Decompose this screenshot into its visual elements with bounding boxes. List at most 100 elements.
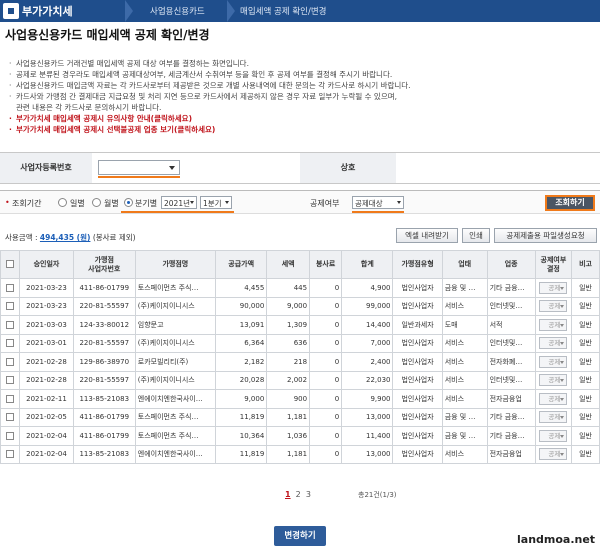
row-checkbox[interactable] — [6, 413, 15, 422]
quarter-select[interactable]: 1분기 — [200, 196, 232, 209]
table-row: 2021-02-28 220-81-55597 (주)케이지이니시스 20,028 2,… — [0, 370, 600, 390]
radio-daily[interactable] — [58, 198, 67, 207]
table-cell: 20,028 — [214, 370, 268, 390]
radio-monthly-label[interactable]: 월별 — [104, 198, 119, 209]
deduct-decision-select[interactable]: 공제 — [539, 429, 568, 442]
page-link[interactable]: 1 — [285, 490, 291, 499]
deduct-decision-select[interactable]: 공제 — [539, 374, 568, 387]
table-cell: 서비스 — [441, 370, 488, 390]
usage-amount[interactable]: 494,435 (원) — [40, 233, 91, 242]
table-cell: 2,002 — [266, 370, 311, 390]
change-button[interactable]: 변경하기 — [274, 526, 326, 546]
table-cell: 기타 금융… — [486, 278, 536, 298]
table-cell: 0 — [309, 333, 343, 353]
row-checkbox[interactable] — [6, 357, 15, 366]
print-button[interactable]: 인쇄 — [462, 228, 490, 243]
row-checkbox[interactable] — [6, 450, 15, 459]
row-checkbox[interactable] — [6, 302, 15, 311]
table-cell: 기타 금융… — [486, 426, 536, 446]
filter-bar: • 조회기간 일별 월별 분기별 2021년 1분기 공제여부 공제대상 — [0, 190, 600, 214]
non-deductible-link[interactable]: 부가가치세 매입세액 공제시 선택불공제 업종 보기(클릭하세요) — [8, 124, 588, 135]
table-cell: 인터넷및… — [486, 333, 536, 353]
year-select[interactable]: 2021년 — [161, 196, 197, 209]
deduct-decision-select[interactable]: 공제 — [539, 300, 568, 313]
radio-monthly[interactable] — [92, 198, 101, 207]
table-cell: 서비스 — [441, 352, 488, 372]
radio-quarterly[interactable] — [124, 198, 133, 207]
select-all-checkbox[interactable] — [6, 260, 15, 268]
deduct-decision-select[interactable]: 공제 — [539, 337, 568, 350]
table-cell: 일반 — [571, 370, 600, 390]
table-cell: 도매 — [441, 315, 488, 335]
deduct-decision-select[interactable]: 공제 — [539, 392, 568, 405]
table-cell: 일반과세자 — [392, 315, 443, 335]
business-reg-select[interactable] — [98, 160, 180, 175]
table-cell: 서적 — [486, 315, 536, 335]
deduct-decision-select[interactable]: 공제 — [539, 448, 568, 461]
row-checkbox[interactable] — [6, 431, 15, 440]
breadcrumb-item[interactable]: 사업용신용카드 — [150, 5, 205, 17]
row-checkbox[interactable] — [6, 283, 15, 292]
page-title: 사업용신용카드 매입세액 공제 확인/변경 — [5, 28, 210, 42]
row-checkbox[interactable] — [6, 339, 15, 348]
column-header: 세액 — [266, 250, 311, 279]
row-checkbox[interactable] — [6, 394, 15, 403]
page-link[interactable]: 2 — [296, 490, 301, 499]
table-cell: 일반 — [571, 352, 600, 372]
table-cell: 2021-03-03 — [19, 315, 74, 335]
table-cell: 0 — [309, 296, 343, 316]
table-cell: 218 — [266, 352, 311, 372]
table-cell: 636 — [266, 333, 311, 353]
table-row: 2021-02-28 129-86-38970 로카모빌리티(주) 2,182 218 0… — [0, 352, 600, 372]
radio-quarterly-label[interactable]: 분기별 — [135, 198, 157, 209]
table-row: 2021-03-23 411-86-01799 토스페이먼츠 주식… 4,455 445… — [0, 278, 600, 298]
table-cell: 14,400 — [341, 315, 394, 335]
table-cell: 2021-02-28 — [19, 370, 74, 390]
row-checkbox[interactable] — [6, 320, 15, 329]
table-cell: 445 — [266, 278, 311, 298]
table-cell: 인터넷및… — [486, 370, 536, 390]
deduct-decision-select[interactable]: 공제 — [539, 411, 568, 424]
table-row: 2021-03-01 220-81-55597 (주)케이지이니시스 6,364 636… — [0, 333, 600, 353]
notice-item: 카드사와 가맹점 간 결제대금 지급요청 및 처리 지연 등으로 카드사에서 제… — [8, 91, 588, 102]
table-cell: 220-81-55597 — [72, 370, 136, 390]
table-cell: 900 — [266, 389, 311, 409]
table-cell: 전자금융업 — [486, 389, 536, 409]
period-label: 조회기간 — [12, 199, 42, 208]
table-cell: 엔에이치엔한국사이… — [134, 389, 216, 409]
page-link[interactable]: 3 — [306, 490, 311, 499]
table-cell: 0 — [309, 407, 343, 427]
deduct-decision-select[interactable]: 공제 — [539, 355, 568, 368]
table-cell: 10,364 — [214, 426, 268, 446]
column-header: 가맹점 사업자번호 — [72, 250, 136, 279]
table-cell: 일반 — [571, 389, 600, 409]
deduct-decision-select[interactable]: 공제 — [539, 318, 568, 331]
table-cell: 9,900 — [341, 389, 394, 409]
table-cell: 2021-02-28 — [19, 352, 74, 372]
column-header: 공급가액 — [214, 250, 268, 279]
query-button[interactable]: 조회하기 — [545, 195, 595, 211]
table-cell: 220-81-55597 — [72, 333, 136, 353]
notice-list: 사업용신용카드 거래건별 매입세액 공제 대상 여부를 결정하는 화면입니다. … — [8, 58, 588, 135]
table-cell: (주)케이지이니시스 — [134, 370, 216, 390]
table-cell: 토스페이먼츠 주식… — [134, 278, 216, 298]
home-icon[interactable] — [3, 3, 19, 19]
table-cell: 9,000 — [214, 389, 268, 409]
deduct-decision-select[interactable]: 공제 — [539, 281, 568, 294]
file-request-button[interactable]: 공제제출용 파일생성요청 — [494, 228, 597, 243]
radio-daily-label[interactable]: 일별 — [70, 198, 85, 209]
caution-link[interactable]: 부가가치세 매입세액 공제시 유의사항 안내(클릭하세요) — [8, 113, 588, 124]
table-body: 2021-03-23 411-86-01799 토스페이먼츠 주식… 4,455 445… — [0, 278, 600, 464]
row-checkbox[interactable] — [6, 376, 15, 385]
app-title[interactable]: 부가가치세 — [22, 3, 73, 19]
table-cell: 법인사업자 — [392, 278, 443, 298]
breadcrumb-item[interactable]: 매입세액 공제 확인/변경 — [240, 5, 326, 17]
table-cell: 6,364 — [214, 333, 268, 353]
table-cell: 0 — [309, 389, 343, 409]
deduct-select[interactable]: 공제대상 — [352, 196, 404, 209]
watermark: landmoa.net — [517, 533, 596, 546]
usage-summary: 사용금액 : 494,435 (원) (봉사료 제외) — [5, 232, 136, 243]
table-cell: 기타 금융… — [486, 407, 536, 427]
highlight-underline — [98, 176, 180, 178]
excel-download-button[interactable]: 엑셀 내려받기 — [396, 228, 458, 243]
